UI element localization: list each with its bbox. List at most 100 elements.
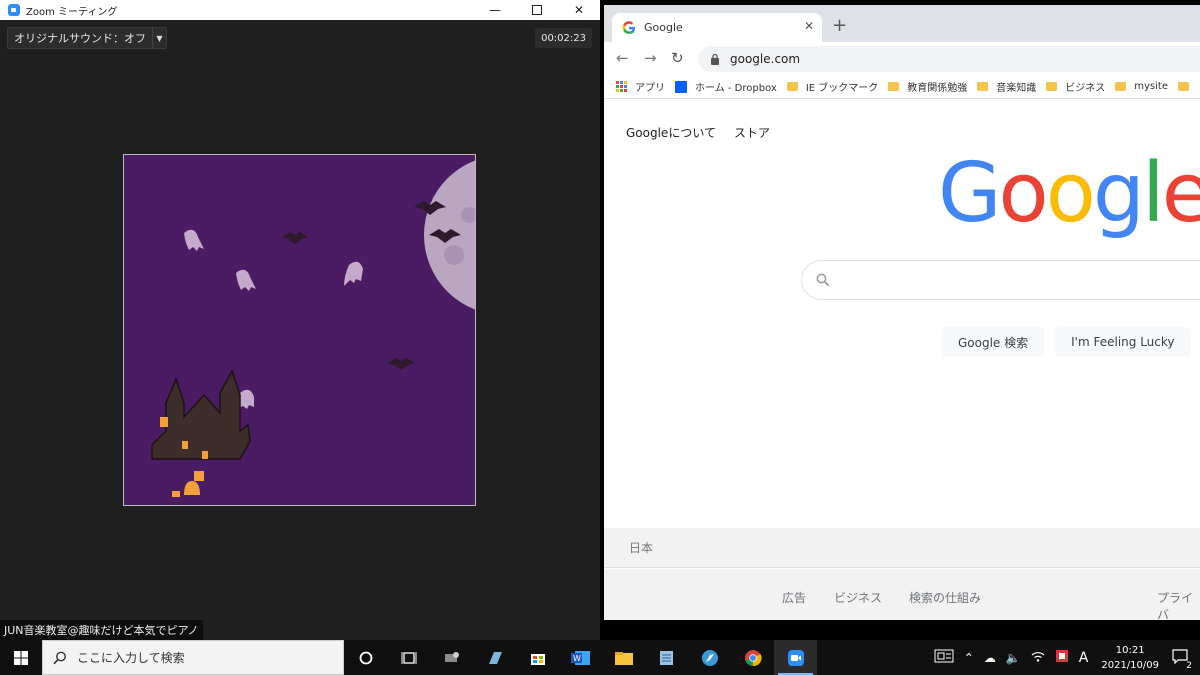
url-text: google.com [730, 52, 801, 66]
google-logo-letter: l [1141, 146, 1165, 241]
reload-icon[interactable]: ↻ [671, 49, 684, 67]
bookmarks-bar: アプリ ホーム - Dropbox IE ブックマーク 教育関係勉強 音楽知識 … [604, 75, 1200, 99]
windows-taskbar: ここに入力して検索 W ⌃ ☁ 🔈 A 10:21 2021/10/09 2 [0, 640, 1200, 675]
forward-arrow-icon[interactable]: → [644, 49, 657, 67]
chrome-toolbar: ← → ↻ google.com [604, 42, 1200, 75]
halloween-illustration [124, 155, 475, 505]
start-button[interactable] [0, 640, 42, 675]
folder-icon [1115, 82, 1127, 91]
feeling-lucky-button[interactable]: I'm Feeling Lucky [1055, 327, 1191, 357]
bookmark-apps[interactable]: アプリ [616, 79, 665, 94]
zoom-taskbar-icon[interactable] [774, 640, 817, 675]
system-tray: ⌃ ☁ 🔈 A 10:21 2021/10/09 2 [929, 640, 1200, 675]
google-logo-text: Google [938, 146, 1200, 241]
meeting-timer: 00:02:23 [535, 28, 592, 48]
bookmark-label: 音楽知識 [996, 83, 1037, 94]
app-compass-icon[interactable] [688, 640, 731, 675]
taskbar-search-placeholder: ここに入力して検索 [77, 651, 185, 665]
google-logo-letter: o [998, 146, 1049, 241]
bookmark-label: mysite [1134, 81, 1168, 92]
zoom-window-controls: — ✕ [474, 0, 600, 20]
tab-google[interactable]: Google ✕ [612, 13, 822, 42]
cortana-icon[interactable] [344, 640, 387, 675]
microsoft-store-icon[interactable] [516, 640, 559, 675]
task-view-icon[interactable] [387, 640, 430, 675]
bookmark-business[interactable]: ビジネス [1046, 79, 1105, 94]
bookmark-dropbox[interactable]: ホーム - Dropbox [675, 79, 777, 94]
windows-logo-icon [14, 650, 28, 665]
tab-strip: Google ✕ + [604, 5, 1200, 42]
chevron-down-icon[interactable]: ▼ [152, 28, 166, 48]
address-bar[interactable]: google.com [698, 46, 1200, 72]
notification-center-icon[interactable]: 2 [1172, 648, 1192, 671]
ime-mode-indicator[interactable]: A [1079, 650, 1089, 666]
input-indicator-icon[interactable] [934, 649, 954, 666]
google-buttons: Google 検索 I'm Feeling Lucky [942, 327, 1191, 357]
zoom-titlebar[interactable]: Zoom ミーティング — ✕ [0, 0, 600, 20]
apps-grid-icon [616, 81, 627, 92]
bookmark-label: IE ブックマーク [805, 83, 879, 94]
chrome-icon[interactable] [731, 640, 774, 675]
file-explorer-icon[interactable] [602, 640, 645, 675]
bookmark-ie[interactable]: IE ブックマーク [786, 79, 879, 94]
google-homepage: Googleについて ストア Google Google 検索 I'm Feel… [604, 100, 1200, 623]
wifi-icon[interactable] [1031, 650, 1045, 665]
app-notes-icon[interactable] [473, 640, 516, 675]
google-search-button[interactable]: Google 検索 [942, 327, 1045, 357]
maximize-icon[interactable] [516, 0, 558, 20]
minimize-icon[interactable]: — [474, 0, 516, 20]
bookmark-label: ホーム - Dropbox [695, 83, 777, 94]
bookmark-label: アプリ [635, 83, 665, 94]
bookmark-mysite[interactable]: mysite [1115, 81, 1168, 92]
google-footer-links: 広告 ビジネス 検索の仕組み プライバ [604, 569, 1200, 623]
chevron-up-icon[interactable]: ⌃ [964, 651, 974, 665]
tab-title: Google [644, 21, 683, 34]
back-arrow-icon[interactable]: ← [616, 49, 629, 67]
ads-link[interactable]: 広告 [782, 589, 806, 606]
app-doc-icon[interactable] [645, 640, 688, 675]
volume-icon[interactable]: 🔈 [1006, 651, 1021, 665]
bookmark-education[interactable]: 教育関係勉強 [888, 79, 967, 94]
dropbox-icon [675, 80, 687, 93]
bookmark-overflow[interactable] [1178, 82, 1197, 91]
desktop: Zoom ミーティング — ✕ オリジナルサウンド：オフ ▼ 00:02:23 [0, 0, 1200, 675]
notification-count-badge: 2 [1186, 661, 1192, 671]
close-icon[interactable]: ✕ [558, 0, 600, 20]
bookmark-music[interactable]: 音楽知識 [977, 79, 1036, 94]
search-icon [53, 651, 66, 664]
chrome-window: Google ✕ + ← → ↻ google.com アプリ ホーム - Dr… [604, 5, 1200, 623]
clock-time: 10:21 [1115, 644, 1145, 656]
business-link[interactable]: ビジネス [834, 589, 882, 606]
google-logo-letter: g [1092, 146, 1145, 241]
google-favicon-icon [622, 20, 635, 34]
app-tray-red-icon[interactable] [1055, 649, 1069, 666]
shared-screen-halloween [123, 154, 476, 506]
how-search-works-link[interactable]: 検索の仕組み [909, 589, 981, 606]
folder-icon [786, 82, 798, 91]
original-sound-button[interactable]: オリジナルサウンド：オフ ▼ [7, 27, 167, 49]
google-logo-letter: G [938, 146, 1002, 241]
zoom-logo-icon [8, 4, 20, 16]
folder-icon [1046, 82, 1058, 91]
clock[interactable]: 10:21 2021/10/09 [1101, 643, 1159, 673]
tab-close-icon[interactable]: ✕ [804, 19, 814, 33]
folder-icon [888, 82, 900, 91]
clock-date: 2021/10/09 [1101, 659, 1159, 671]
store-link[interactable]: ストア [734, 124, 770, 141]
app-network-icon[interactable] [430, 640, 473, 675]
svg-text:W: W [573, 654, 581, 663]
about-google-link[interactable]: Googleについて [626, 124, 716, 141]
taskbar-search-box[interactable]: ここに入力して検索 [42, 640, 344, 675]
new-tab-plus-icon[interactable]: + [832, 17, 847, 35]
word-icon[interactable]: W [559, 640, 602, 675]
onedrive-cloud-icon[interactable]: ☁ [984, 651, 996, 665]
google-search-box[interactable] [801, 260, 1200, 300]
privacy-link[interactable]: プライバ [1157, 589, 1200, 623]
google-logo-letter: e [1161, 146, 1200, 241]
folder-icon [977, 82, 989, 91]
search-icon [816, 273, 830, 287]
lock-icon [711, 53, 719, 65]
google-logo: Google [938, 149, 1200, 239]
google-logo-letter: o [1045, 146, 1096, 241]
original-sound-label: オリジナルサウンド：オフ [14, 32, 146, 45]
